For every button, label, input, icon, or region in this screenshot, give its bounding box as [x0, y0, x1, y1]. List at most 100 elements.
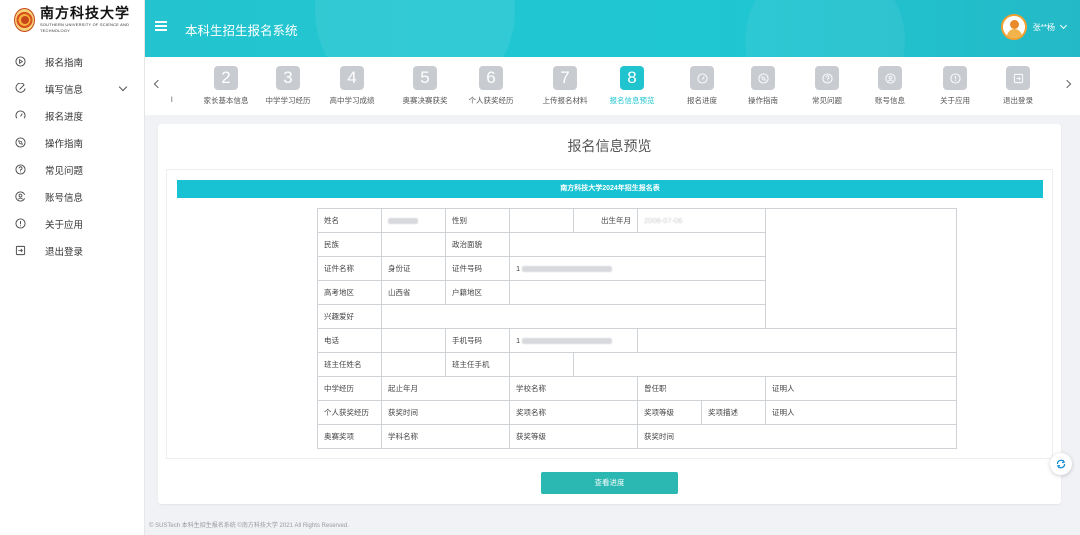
- column-header: 曾任职: [637, 376, 766, 401]
- sidebar-item-faq[interactable]: 常见问题: [0, 156, 144, 183]
- cell-label: 兴趣爱好: [317, 304, 382, 329]
- step-label: 高中学习成绩: [329, 96, 375, 105]
- step-personal-awards[interactable]: 6 个人获奖经历: [460, 66, 522, 106]
- logout-icon: [1006, 66, 1030, 90]
- birth-value: 2006-07-06: [637, 208, 766, 233]
- idtype-value: 身份证: [381, 256, 446, 281]
- sidebar-item-progress[interactable]: 报名进度: [0, 102, 144, 129]
- cell-label: 高考地区: [317, 280, 382, 305]
- gauge-icon: [14, 110, 26, 122]
- form-container: 南方科技大学2024年招生报名表 姓名 性别 出生年月 2006-07-06 民…: [166, 169, 1053, 459]
- question-icon: [815, 66, 839, 90]
- step-logout[interactable]: 退出登录: [987, 66, 1049, 106]
- user-menu[interactable]: 张**杨: [1000, 14, 1068, 40]
- info-icon: [943, 66, 967, 90]
- step-number: 2: [214, 66, 238, 90]
- cell-label: 证件名称: [317, 256, 382, 281]
- scroll-right-icon[interactable]: [1062, 79, 1072, 89]
- step-label: 中学学习经历: [265, 96, 311, 105]
- hukou-value: [509, 280, 766, 305]
- refresh-floating-button[interactable]: [1050, 453, 1072, 475]
- cell-label: 个人获奖经历: [317, 400, 382, 425]
- step-number: 8: [620, 66, 644, 90]
- column-header: 奖项等级: [637, 400, 702, 425]
- sidebar: 南方科技大学 SOUTHERN UNIVERSITY OF SCIENCE AN…: [0, 0, 145, 535]
- table-row: 中学经历 起止年月 学校名称 曾任职 证明人: [317, 376, 957, 401]
- step-middle-school[interactable]: 3 中学学习经历: [257, 66, 319, 106]
- menu-toggle-icon[interactable]: [155, 21, 167, 31]
- sidebar-item-label: 操作指南: [45, 138, 84, 150]
- play-circle-icon: [14, 56, 26, 68]
- gender-value: [509, 208, 574, 233]
- cell-label: 出生年月: [573, 208, 638, 233]
- step-progress[interactable]: 报名进度: [671, 66, 733, 106]
- sidebar-item-fill-info[interactable]: 填写信息: [0, 75, 144, 102]
- sidebar-item-label: 报名进度: [45, 111, 84, 123]
- ethnic-value: [381, 232, 446, 257]
- cell-label: 政治面貌: [445, 232, 510, 257]
- step-parent-info[interactable]: 2 家长基本信息: [195, 66, 257, 106]
- sidebar-item-account[interactable]: 账号信息: [0, 183, 144, 210]
- scroll-left-icon[interactable]: [153, 79, 163, 89]
- step-high-school-grades[interactable]: 4 高中学习成绩: [321, 66, 383, 106]
- step-about[interactable]: 关于应用: [924, 66, 986, 106]
- phone-value: [381, 328, 446, 353]
- user-name: 张**杨: [1032, 22, 1055, 32]
- cell-label: 班主任姓名: [317, 352, 382, 377]
- column-header: 学校名称: [509, 376, 638, 401]
- step-account[interactable]: 账号信息: [859, 66, 921, 106]
- empty-cell: [573, 352, 957, 377]
- table-row: 电话 手机号码 1: [317, 328, 957, 353]
- step-label: 奥赛决赛获奖: [402, 96, 448, 105]
- chevron-down-icon: [118, 82, 128, 92]
- table-row: 班主任姓名 班主任手机: [317, 352, 957, 377]
- step-upload-materials[interactable]: 7 上传报名材料: [534, 66, 596, 106]
- sidebar-item-logout[interactable]: 退出登录: [0, 237, 144, 264]
- sidebar-item-label: 账号信息: [45, 192, 84, 204]
- column-header: 奖项描述: [701, 400, 766, 425]
- cell-label: 民族: [317, 232, 382, 257]
- logo-name-cn: 南方科技大学: [40, 5, 130, 22]
- sidebar-item-operation-guide[interactable]: 操作指南: [0, 129, 144, 156]
- step-number: 5: [413, 66, 437, 90]
- column-header: 起止年月: [381, 376, 510, 401]
- question-icon: [14, 164, 26, 176]
- sidebar-item-guide[interactable]: 报名指南: [0, 48, 144, 75]
- chevron-down-icon: [1059, 21, 1068, 30]
- step-faq[interactable]: 常见问题: [796, 57, 858, 115]
- table-row: 个人获奖经历 获奖时间 奖项名称 奖项等级 奖项描述 证明人: [317, 400, 957, 425]
- avatar: [1000, 14, 1027, 40]
- step-label: 操作指南: [748, 96, 778, 105]
- step-number: 4: [340, 66, 364, 90]
- sidebar-item-label: 退出登录: [45, 246, 84, 258]
- column-header: 证明人: [765, 376, 957, 401]
- step-partial-label: l: [171, 95, 173, 104]
- cell-label: 户籍地区: [445, 280, 510, 305]
- cell-label: 班主任手机: [445, 352, 510, 377]
- sidebar-item-label: 报名指南: [45, 57, 84, 69]
- logo-name-en: SOUTHERN UNIVERSITY OF SCIENCE AND TECHN…: [40, 21, 130, 33]
- name-value: [381, 208, 446, 233]
- column-header: 获奖等级: [509, 424, 638, 449]
- sidebar-item-about[interactable]: 关于应用: [0, 210, 144, 237]
- empty-cell: [637, 328, 957, 353]
- sidebar-item-label: 填写信息: [45, 84, 84, 96]
- university-seal-icon: [14, 8, 35, 32]
- idnum-value: 1: [509, 256, 766, 281]
- region-value: 山西省: [381, 280, 446, 305]
- table-row: 奥赛奖项 学科名称 获奖等级 获奖时间: [317, 424, 957, 449]
- political-value: [509, 232, 766, 257]
- step-label: 账号信息: [875, 96, 905, 105]
- step-label: 常见问题: [812, 96, 842, 105]
- step-navigation: l 2 家长基本信息 3 中学学习经历 4 高中学习成绩 5 奥赛决赛获奖 6 …: [145, 57, 1080, 115]
- teacher-value: [381, 352, 446, 377]
- column-header: 奖项名称: [509, 400, 638, 425]
- registration-table: 姓名 性别 出生年月 2006-07-06 民族 政治面貌 证件名称 身份证 证…: [317, 208, 957, 449]
- cell-label: 证件号码: [445, 256, 510, 281]
- step-preview[interactable]: 8 报名信息预览: [601, 66, 663, 106]
- cell-label: 电话: [317, 328, 382, 353]
- cell-label: 手机号码: [445, 328, 510, 353]
- step-olympiad[interactable]: 5 奥赛决赛获奖: [394, 66, 456, 106]
- step-operation-guide[interactable]: 操作指南: [732, 66, 794, 106]
- view-progress-button[interactable]: 查看进度: [541, 472, 678, 494]
